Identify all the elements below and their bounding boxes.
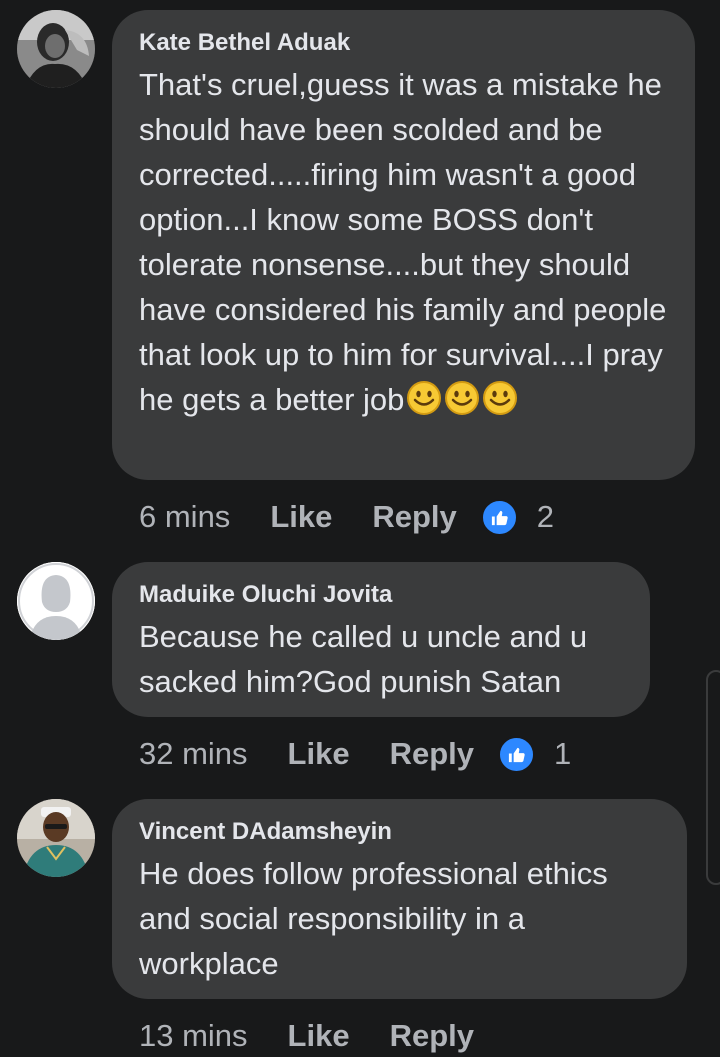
reaction-count: 1 xyxy=(554,736,572,771)
comment-author[interactable]: Maduike Oluchi Jovita xyxy=(139,580,624,610)
smiling-face-emoji-icon xyxy=(483,381,518,415)
comment-bubble: Maduike Oluchi Jovita Because he called … xyxy=(112,562,650,717)
reply-button[interactable]: Reply xyxy=(372,499,456,535)
profile-photo-icon xyxy=(17,10,95,88)
reaction-summary[interactable]: 1 xyxy=(498,735,572,773)
thumbs-up-icon xyxy=(480,498,518,536)
reply-button[interactable]: Reply xyxy=(390,1018,474,1054)
comment-timestamp[interactable]: 32 mins xyxy=(139,736,248,772)
comment-actions: 13 mins Like Reply xyxy=(139,1016,514,1056)
reaction-summary[interactable]: 2 xyxy=(480,498,555,536)
comment-timestamp[interactable]: 13 mins xyxy=(139,1018,248,1054)
comment-text: That's cruel,guess it was a mistake he s… xyxy=(139,62,669,422)
comment-author[interactable]: Kate Bethel Aduak xyxy=(139,28,669,58)
like-button[interactable]: Like xyxy=(270,499,332,535)
smiling-face-emoji-icon xyxy=(407,381,442,415)
thumbs-up-icon xyxy=(498,735,535,773)
reaction-count: 2 xyxy=(536,499,555,534)
scrollbar[interactable] xyxy=(706,670,720,885)
comment-text: He does follow professional ethics and s… xyxy=(139,856,608,981)
comment-actions: 6 mins Like Reply 2 xyxy=(139,497,554,537)
avatar[interactable] xyxy=(17,10,95,88)
comment-timestamp[interactable]: 6 mins xyxy=(139,499,230,535)
comment-text-body: That's cruel,guess it was a mistake he s… xyxy=(139,67,667,417)
like-button[interactable]: Like xyxy=(288,1018,350,1054)
comment-author[interactable]: Vincent DAdamsheyin xyxy=(139,817,661,847)
default-female-avatar-icon xyxy=(17,562,95,640)
comment-bubble: Kate Bethel Aduak That's cruel,guess it … xyxy=(112,10,695,480)
smiling-face-emoji-icon xyxy=(445,381,480,415)
avatar[interactable] xyxy=(17,562,95,640)
profile-photo-icon xyxy=(17,799,95,877)
comment-text: Because he called u uncle and u sacked h… xyxy=(139,619,588,699)
avatar[interactable] xyxy=(17,799,95,877)
comment-bubble: Vincent DAdamsheyin He does follow profe… xyxy=(112,799,687,999)
comment-actions: 32 mins Like Reply 1 xyxy=(139,734,571,774)
like-button[interactable]: Like xyxy=(288,736,350,772)
reply-button[interactable]: Reply xyxy=(390,736,474,772)
